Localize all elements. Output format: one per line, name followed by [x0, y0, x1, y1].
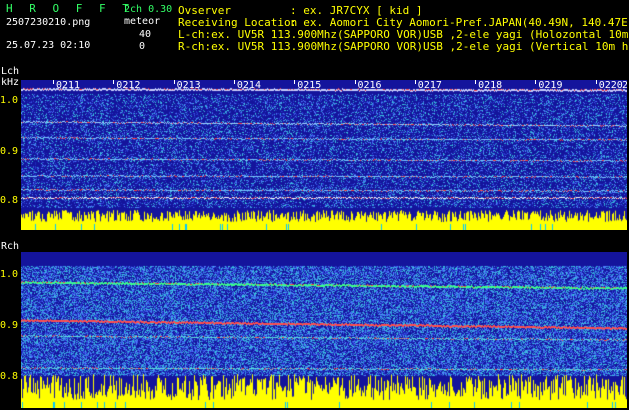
- lch-spectrogram: 0211 0212 0213 0214 0215 0216 0217 0218 0219 0220…: [21, 80, 627, 230]
- version-label: 2ch 0.30: [124, 4, 173, 15]
- meteor-label: meteor: [124, 16, 161, 27]
- time-tick-label: 2: [622, 80, 627, 91]
- time-tick-label: 0214: [236, 80, 261, 91]
- rch-ytick-2: 0.9: [0, 320, 19, 331]
- time-tick-mark: [535, 80, 537, 84]
- lch-label: Lch: [1, 66, 20, 77]
- rch-ytick-3: 0.8: [0, 371, 19, 382]
- rch-spectrogram: [21, 252, 627, 408]
- rch-spectrogram-canvas: [21, 252, 627, 408]
- time-tick-label: 0219: [538, 80, 563, 91]
- lch-unit: kHz: [1, 77, 20, 88]
- time-tick-mark: [294, 80, 296, 84]
- lch-time-axis: 0211 0212 0213 0214 0215 0216 0217 0218 0219 0220…: [21, 80, 627, 94]
- lch-receiver-info: L-ch:ex. UV5R 113.900Mhz(SAPPORO VOR)USB…: [178, 29, 629, 41]
- time-tick-label: 0211: [56, 80, 81, 91]
- location-label: Receiving Location: [178, 16, 298, 29]
- location-value: : ex. Aomori City Aomori-Pref.JAPAN(40.4…: [290, 16, 629, 29]
- time-tick-mark: [113, 80, 115, 84]
- time-tick-mark: [354, 80, 356, 84]
- time-tick-mark: [595, 80, 597, 84]
- brand-title: H R O F F T: [6, 2, 134, 15]
- rch-receiver-info: R-ch:ex. UV5R 113.900Mhz(SAPPORO VOR)USB…: [178, 41, 629, 53]
- time-tick-mark: [475, 80, 477, 84]
- time-tick-label: 0215: [297, 80, 322, 91]
- time-tick-label: 0213: [176, 80, 201, 91]
- meteor-count-lch: 40: [139, 29, 152, 40]
- file-name: 2507230210.png: [6, 17, 91, 28]
- time-tick-mark: [414, 80, 416, 84]
- time-tick-label: 0216: [357, 80, 382, 91]
- lch-ytick-1: 1.0: [0, 95, 19, 106]
- rch-label: Rch: [1, 241, 20, 252]
- date-time: 25.07.23 02:10: [6, 40, 91, 51]
- lch-spectrogram-canvas: [21, 80, 627, 230]
- time-tick-label: 0220: [598, 80, 623, 91]
- lch-ytick-3: 0.8: [0, 195, 19, 206]
- time-tick-label: 0218: [478, 80, 503, 91]
- time-tick-label: 0217: [417, 80, 442, 91]
- time-tick-label: 0212: [116, 80, 141, 91]
- meteor-count-rch: 0: [139, 41, 146, 52]
- time-tick-mark: [53, 80, 54, 84]
- rch-ytick-1: 1.0: [0, 269, 19, 280]
- time-tick-mark: [173, 80, 175, 84]
- lch-ytick-2: 0.9: [0, 146, 19, 157]
- time-tick-mark: [233, 80, 235, 84]
